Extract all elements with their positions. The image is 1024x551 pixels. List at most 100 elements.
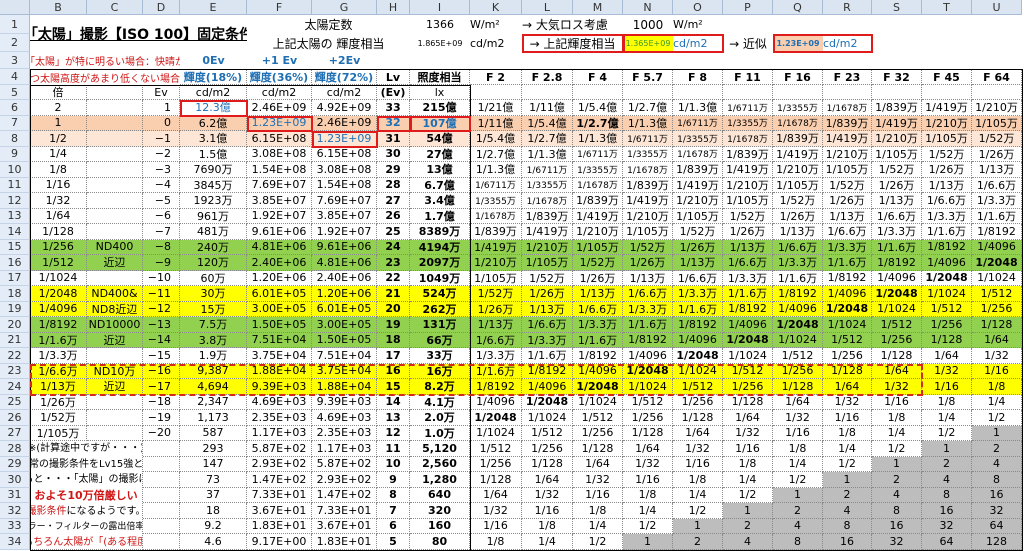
cell-h-7[interactable]: 32 <box>377 115 410 131</box>
shutter-cell-15-L[interactable]: 1/210万 <box>522 239 573 255</box>
cell-i-13[interactable]: 1.7億 <box>410 208 470 224</box>
shutter-cell-16-U[interactable]: 1/2048 <box>972 255 1022 271</box>
cell-b-13[interactable]: 1/64 <box>30 208 87 224</box>
shutter-cell-32-M[interactable]: 1/8 <box>573 503 623 519</box>
shutter-cell-14-K[interactable]: 1/839万 <box>470 224 522 240</box>
shutter-cell-18-N[interactable]: 1/6.6万 <box>623 286 673 302</box>
cell-g-7[interactable]: 2.46E+09 <box>312 115 377 131</box>
shutter-cell-34-O[interactable]: 2 <box>673 534 723 550</box>
shutter-cell-30-O[interactable]: 1/8 <box>673 472 723 488</box>
shutter-cell-23-N[interactable]: 1/2048 <box>623 363 673 379</box>
cell-d-25[interactable]: −18 <box>143 394 180 410</box>
cell-g-22[interactable]: 7.51E+04 <box>312 348 377 364</box>
shutter-cell-10-S[interactable]: 1/52万 <box>872 162 922 178</box>
shutter-cell-18-S[interactable]: 1/2048 <box>872 286 922 302</box>
shutter-cell-31-O[interactable]: 1/4 <box>673 487 723 503</box>
cell-i-17[interactable]: 1049万 <box>410 270 470 286</box>
column-header-H[interactable]: H <box>377 0 410 15</box>
cell-g-21[interactable]: 1.50E+05 <box>312 332 377 348</box>
cell-d-14[interactable]: −7 <box>143 224 180 240</box>
shutter-cell-28-Q[interactable]: 1/8 <box>773 441 823 457</box>
shutter-cell-33-Q[interactable]: 4 <box>773 518 823 534</box>
cell-c-14[interactable] <box>87 224 143 240</box>
shutter-cell-27-T[interactable]: 1/2 <box>922 425 972 441</box>
row-header-27[interactable]: 27 <box>0 425 30 441</box>
shutter-cell-10-P[interactable]: 1/419万 <box>723 162 773 178</box>
cell-h-19[interactable]: 20 <box>377 301 410 317</box>
cell-i-28[interactable]: 5,120 <box>410 441 470 457</box>
shutter-cell-13-Q[interactable]: 1/26万 <box>773 208 823 224</box>
row-header-19[interactable]: 19 <box>0 301 30 317</box>
shutter-cell-21-Q[interactable]: 1/1024 <box>773 332 823 348</box>
cell-e-28[interactable]: 293 <box>180 441 247 457</box>
shutter-cell-32-U[interactable]: 32 <box>972 503 1022 519</box>
shutter-cell-18-L[interactable]: 1/26万 <box>522 286 573 302</box>
shutter-cell-8-S[interactable]: 1/210万 <box>872 131 922 147</box>
column-header-E[interactable]: E <box>180 0 247 15</box>
shutter-cell-14-S[interactable]: 1/3.3万 <box>872 224 922 240</box>
cell-f-10[interactable]: 1.54E+08 <box>247 162 312 178</box>
cell-g-26[interactable]: 4.69E+03 <box>312 410 377 426</box>
shutter-cell-10-K[interactable]: 1/1.3億 <box>470 162 522 178</box>
shutter-cell-25-O[interactable]: 1/256 <box>673 394 723 410</box>
cell-e-17[interactable]: 60万 <box>180 270 247 286</box>
row-header-16[interactable]: 16 <box>0 255 30 271</box>
cell-c-20[interactable]: ND10000 <box>87 317 143 333</box>
cell-e-15[interactable]: 240万 <box>180 239 247 255</box>
shutter-cell-8-U[interactable]: 1/52万 <box>972 131 1022 147</box>
cell-h-33[interactable]: 6 <box>377 518 410 534</box>
shutter-cell-33-K[interactable]: 1/16 <box>470 518 522 534</box>
shutter-cell-8-N[interactable]: 1/6711万 <box>623 131 673 147</box>
shutter-cell-18-Q[interactable]: 1/8192 <box>773 286 823 302</box>
shutter-cell-13-K[interactable]: 1/1678万 <box>470 208 522 224</box>
row-header-26[interactable]: 26 <box>0 410 30 426</box>
shutter-cell-33-U[interactable]: 64 <box>972 518 1022 534</box>
shutter-cell-25-S[interactable]: 1/16 <box>872 394 922 410</box>
cell-d-6[interactable]: 1 <box>143 100 180 116</box>
cell-i-9[interactable]: 27億 <box>410 146 470 162</box>
shutter-cell-22-K[interactable]: 1/3.3万 <box>470 348 522 364</box>
shutter-cell-12-R[interactable]: 1/26万 <box>823 193 872 209</box>
shutter-cell-29-L[interactable]: 1/128 <box>522 456 573 472</box>
row-header-5[interactable]: 5 <box>0 85 30 100</box>
cell-f-9[interactable]: 3.08E+08 <box>247 146 312 162</box>
row-header-17[interactable]: 17 <box>0 270 30 286</box>
cell-e-21[interactable]: 3.8万 <box>180 332 247 348</box>
cell-e-34[interactable]: 4.6 <box>180 534 247 550</box>
shutter-cell-23-U[interactable]: 1/16 <box>972 363 1022 379</box>
shutter-cell-20-O[interactable]: 1/8192 <box>673 317 723 333</box>
shutter-cell-15-U[interactable]: 1/4096 <box>972 239 1022 255</box>
shutter-cell-29-Q[interactable]: 1/4 <box>773 456 823 472</box>
cell-c-13[interactable] <box>87 208 143 224</box>
cell-i-15[interactable]: 4194万 <box>410 239 470 255</box>
cell-e-26[interactable]: 1,173 <box>180 410 247 426</box>
cell-c-11[interactable] <box>87 177 143 193</box>
shutter-cell-28-T[interactable]: 1 <box>922 441 972 457</box>
cell-e-16[interactable]: 120万 <box>180 255 247 271</box>
cell-f-28[interactable]: 5.87E+02 <box>247 441 312 457</box>
shutter-cell-13-O[interactable]: 1/105万 <box>673 208 723 224</box>
shutter-cell-9-L[interactable]: 1/1.3億 <box>522 146 573 162</box>
cell-c-24[interactable]: 近辺 <box>87 379 143 395</box>
column-header-Q[interactable]: Q <box>773 0 823 15</box>
cell-g-19[interactable]: 6.01E+05 <box>312 301 377 317</box>
cell-g-10[interactable]: 3.08E+08 <box>312 162 377 178</box>
cell-d-10[interactable]: −3 <box>143 162 180 178</box>
cell-d-22[interactable]: −15 <box>143 348 180 364</box>
shutter-cell-28-M[interactable]: 1/128 <box>573 441 623 457</box>
shutter-cell-26-K[interactable]: 1/2048 <box>470 410 522 426</box>
shutter-cell-11-P[interactable]: 1/210万 <box>723 177 773 193</box>
shutter-cell-18-T[interactable]: 1/1024 <box>922 286 972 302</box>
cell-e-7[interactable]: 6.2億 <box>180 115 247 131</box>
shutter-cell-22-P[interactable]: 1/1024 <box>723 348 773 364</box>
shutter-cell-10-M[interactable]: 1/3355万 <box>573 162 623 178</box>
shutter-cell-34-R[interactable]: 16 <box>823 534 872 550</box>
row-header-22[interactable]: 22 <box>0 348 30 364</box>
shutter-cell-29-T[interactable]: 2 <box>922 456 972 472</box>
shutter-cell-10-L[interactable]: 1/6711万 <box>522 162 573 178</box>
shutter-cell-18-U[interactable]: 1/512 <box>972 286 1022 302</box>
cell-h-17[interactable]: 22 <box>377 270 410 286</box>
cell-i-22[interactable]: 33万 <box>410 348 470 364</box>
cell-f-8[interactable]: 6.15E+08 <box>247 131 312 147</box>
shutter-cell-11-U[interactable]: 1/6.6万 <box>972 177 1022 193</box>
